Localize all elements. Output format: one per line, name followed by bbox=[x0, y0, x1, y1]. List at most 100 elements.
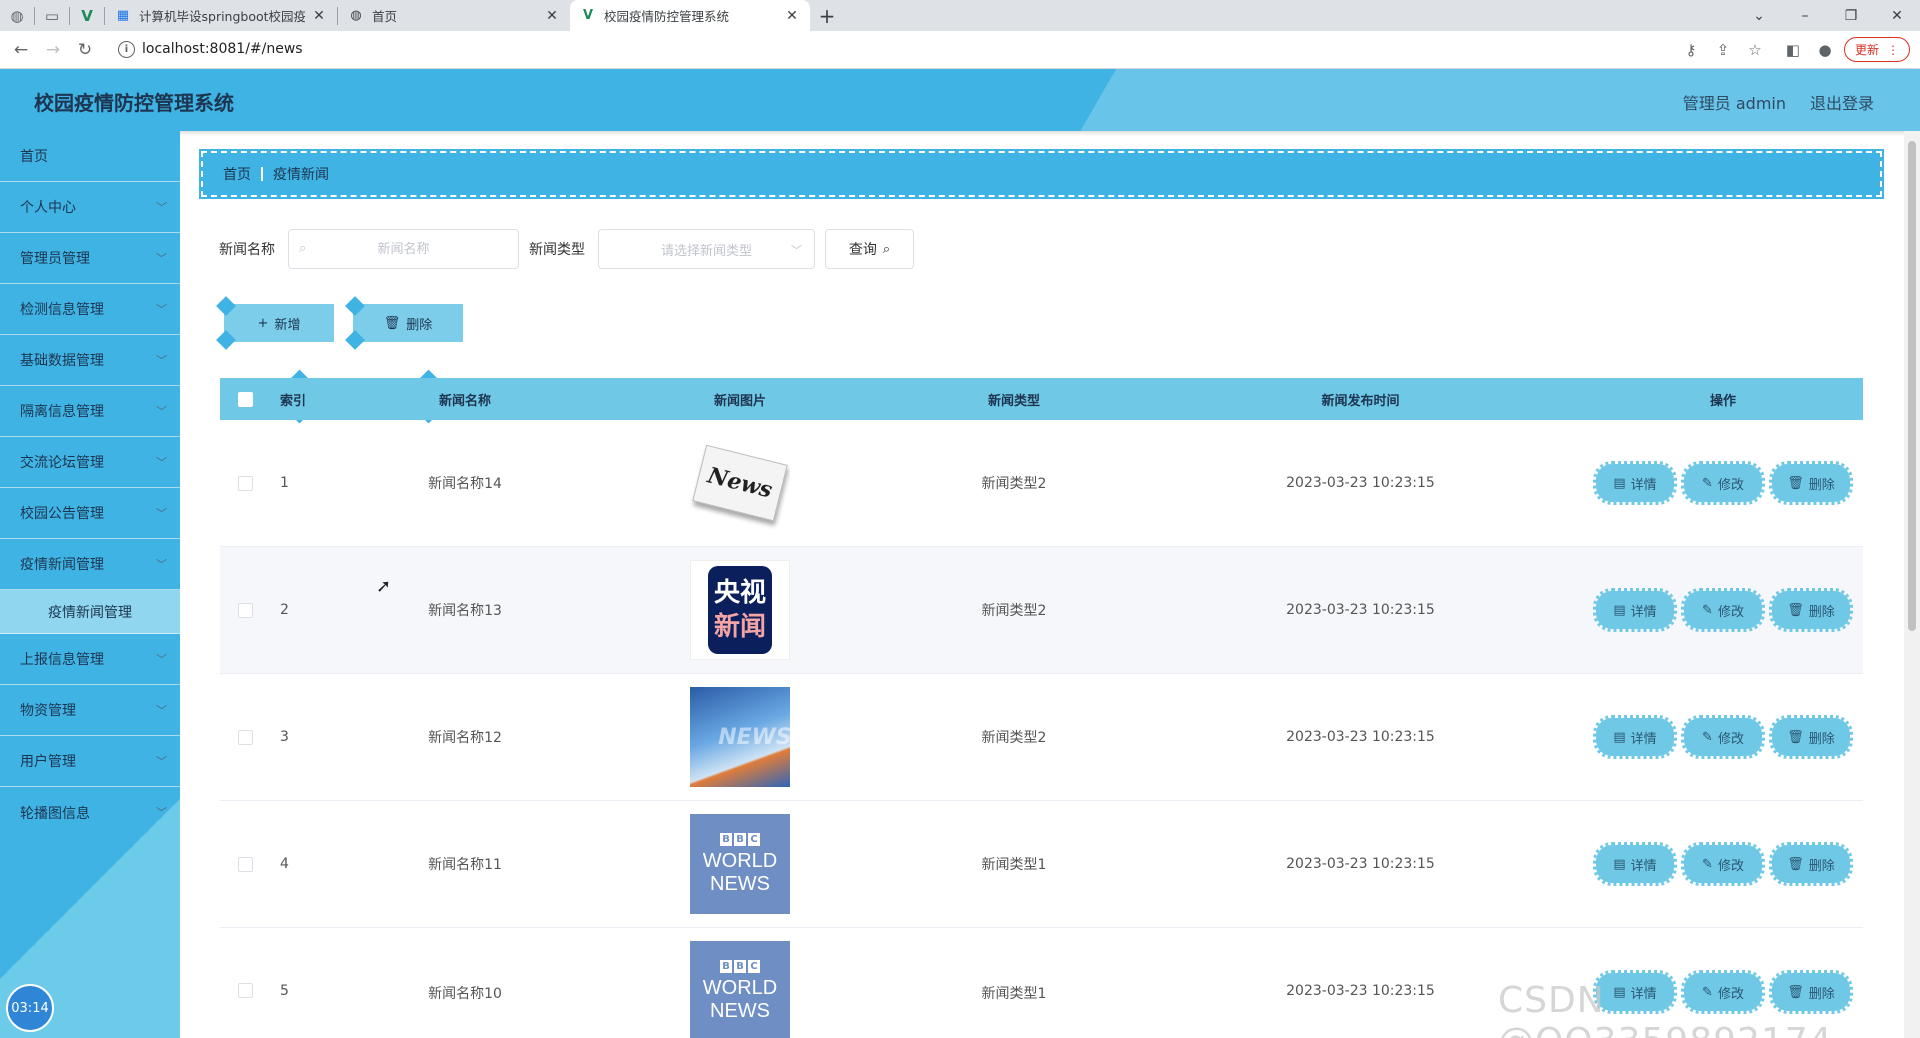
minimize-button[interactable]: – bbox=[1782, 0, 1828, 31]
close-window-button[interactable]: ✕ bbox=[1874, 0, 1920, 31]
row-checkbox[interactable] bbox=[237, 602, 253, 618]
forward-button[interactable]: → bbox=[40, 37, 66, 63]
news-thumbnail: 央视 新闻 bbox=[690, 560, 790, 660]
sidebar-item-label: 上报信息管理 bbox=[20, 652, 104, 668]
table-row: 2 新闻名称13 央视 新闻 新闻类型2 2023-03-23 10:23:15 … bbox=[220, 547, 1863, 674]
sidebar-item-notice[interactable]: 校园公告管理 ﹀ bbox=[0, 488, 180, 539]
edit-button[interactable]: ✎ 修改 bbox=[1681, 588, 1765, 632]
tab-title: 校园疫情防控管理系统 bbox=[604, 9, 730, 24]
edit-icon: ✎ bbox=[1702, 475, 1713, 491]
pinned-tab-2[interactable]: ▭ bbox=[35, 0, 69, 31]
pinned-tab-1[interactable]: ◍ bbox=[0, 0, 34, 31]
logout-link[interactable]: 退出登录 bbox=[1810, 90, 1874, 114]
app-header: 校园疫情防控管理系统 管理员 admin 退出登录 bbox=[0, 69, 1920, 131]
add-button[interactable]: + 新增 bbox=[224, 304, 334, 342]
site-info-icon[interactable]: i bbox=[118, 41, 135, 58]
bbc-letter: C bbox=[748, 832, 760, 846]
browser-tab-2[interactable]: ◍ 首页 ✕ bbox=[338, 0, 570, 31]
back-button[interactable]: ← bbox=[8, 37, 34, 63]
delete-label: 删除 bbox=[1808, 604, 1835, 620]
sidebar-item-users[interactable]: 用户管理 ﹀ bbox=[0, 736, 180, 787]
trash-icon: 🗑 bbox=[1787, 729, 1804, 745]
trash-icon: 🗑 bbox=[383, 315, 401, 331]
table-row: 4 新闻名称11 BBC WORLD NEWS 新闻类型1 2023-03-23… bbox=[220, 801, 1863, 928]
news-type-label: 新闻类型 bbox=[529, 242, 585, 258]
news-type-select[interactable]: 请选择新闻类型 ﹀ bbox=[598, 229, 815, 269]
edit-button[interactable]: ✎ 修改 bbox=[1681, 461, 1765, 505]
row-checkbox[interactable] bbox=[237, 729, 253, 745]
sidebar-item-isolation[interactable]: 隔离信息管理 ﹀ bbox=[0, 386, 180, 437]
row-index: 3 bbox=[280, 729, 289, 745]
row-checkbox[interactable] bbox=[237, 475, 253, 491]
sidebar-item-label: 管理员管理 bbox=[20, 251, 90, 267]
row-time: 2023-03-23 10:23:15 bbox=[1286, 602, 1435, 618]
reload-button[interactable]: ↻ bbox=[72, 37, 98, 63]
sidebar-item-supplies[interactable]: 物资管理 ﹀ bbox=[0, 685, 180, 736]
trash-icon: 🗑 bbox=[1787, 475, 1804, 491]
sidebar-item-home[interactable]: 首页 bbox=[0, 131, 180, 182]
restore-button[interactable]: ❐ bbox=[1828, 0, 1874, 31]
page-scrollbar[interactable] bbox=[1904, 131, 1920, 1038]
chevron-down-icon: ﹀ bbox=[156, 303, 167, 316]
add-label: 新增 bbox=[274, 317, 301, 333]
delete-button[interactable]: 🗑 删除 bbox=[1769, 842, 1853, 886]
edit-button[interactable]: ✎ 修改 bbox=[1681, 715, 1765, 759]
pinned-tab-3[interactable]: V bbox=[70, 0, 104, 31]
breadcrumb-home[interactable]: 首页 bbox=[223, 164, 251, 184]
sidebar-item-carousel[interactable]: 轮播图信息 ﹀ bbox=[0, 787, 180, 838]
sidebar-item-news[interactable]: 疫情新闻管理 ﹀ bbox=[0, 539, 180, 590]
detail-button[interactable]: ▤ 详情 bbox=[1593, 588, 1677, 632]
edit-icon: ✎ bbox=[1702, 729, 1713, 745]
edit-button[interactable]: ✎ 修改 bbox=[1681, 842, 1765, 886]
sidebar-item-basic-data[interactable]: 基础数据管理 ﹀ bbox=[0, 335, 180, 386]
sidebar-item-report[interactable]: 上报信息管理 ﹀ bbox=[0, 634, 180, 685]
sidebar-item-testing[interactable]: 检测信息管理 ﹀ bbox=[0, 284, 180, 335]
delete-label: 删除 bbox=[1808, 731, 1835, 747]
detail-button[interactable]: ▤ 详情 bbox=[1593, 461, 1677, 505]
new-tab-button[interactable]: + bbox=[810, 0, 844, 31]
detail-label: 详情 bbox=[1630, 604, 1657, 620]
close-icon[interactable]: ✕ bbox=[784, 8, 800, 24]
sidebar-subitem-news-manage[interactable]: 疫情新闻管理 bbox=[0, 590, 180, 634]
side-panel-icon[interactable]: ◧ bbox=[1782, 39, 1804, 61]
close-icon[interactable]: ✕ bbox=[544, 8, 560, 24]
chevron-down-icon: ﹀ bbox=[156, 201, 167, 214]
profile-icon[interactable]: ● bbox=[1814, 39, 1836, 61]
scrollbar-thumb[interactable] bbox=[1908, 141, 1916, 631]
row-checkbox[interactable] bbox=[237, 983, 253, 998]
url-field[interactable]: localhost:8081/#/news bbox=[142, 41, 303, 57]
document-icon: ▤ bbox=[1613, 856, 1626, 872]
news-name-input[interactable] bbox=[289, 241, 518, 257]
sidebar-item-forum[interactable]: 交流论坛管理 ﹀ bbox=[0, 437, 180, 488]
share-icon[interactable]: ⇪ bbox=[1712, 39, 1734, 61]
detail-label: 详情 bbox=[1630, 858, 1657, 874]
delete-button[interactable]: 🗑 删除 bbox=[1769, 715, 1853, 759]
bookmark-star-icon[interactable]: ☆ bbox=[1744, 39, 1766, 61]
news-name-search[interactable]: ⌕ bbox=[288, 229, 519, 269]
batch-delete-button[interactable]: 🗑 删除 bbox=[353, 304, 463, 342]
cctv-line-1: 央视 bbox=[713, 578, 766, 608]
row-checkbox[interactable] bbox=[237, 856, 253, 872]
detail-button[interactable]: ▤ 详情 bbox=[1593, 842, 1677, 886]
chevron-down-icon: ﹀ bbox=[156, 704, 167, 717]
sidebar-item-profile[interactable]: 个人中心 ﹀ bbox=[0, 182, 180, 233]
select-all-checkbox[interactable] bbox=[237, 391, 253, 407]
sidebar-item-admin[interactable]: 管理员管理 ﹀ bbox=[0, 233, 180, 284]
close-icon[interactable]: ✕ bbox=[311, 8, 327, 24]
update-button[interactable]: 更新 ⋮ bbox=[1843, 37, 1910, 62]
browser-tab-1[interactable]: ▦ 计算机毕设springboot校园疫情 ✕ bbox=[105, 0, 337, 31]
key-icon[interactable]: ⚷ bbox=[1680, 39, 1702, 61]
trash-icon: 🗑 bbox=[1787, 602, 1804, 618]
tab-search-icon[interactable]: ⌄ bbox=[1736, 0, 1782, 31]
delete-button[interactable]: 🗑 删除 bbox=[1769, 588, 1853, 632]
query-button[interactable]: 查询 ⌕ bbox=[825, 229, 914, 269]
chevron-down-icon: ﹀ bbox=[156, 558, 167, 571]
detail-button[interactable]: ▤ 详情 bbox=[1593, 715, 1677, 759]
edit-label: 修改 bbox=[1717, 604, 1744, 620]
edit-icon: ✎ bbox=[1702, 856, 1713, 872]
row-index: 4 bbox=[280, 856, 289, 872]
bbc-letter: B bbox=[720, 959, 732, 973]
delete-button[interactable]: 🗑 删除 bbox=[1769, 461, 1853, 505]
news-name-label: 新闻名称 bbox=[219, 242, 275, 258]
browser-tab-3[interactable]: V 校园疫情防控管理系统 ✕ bbox=[570, 0, 810, 31]
